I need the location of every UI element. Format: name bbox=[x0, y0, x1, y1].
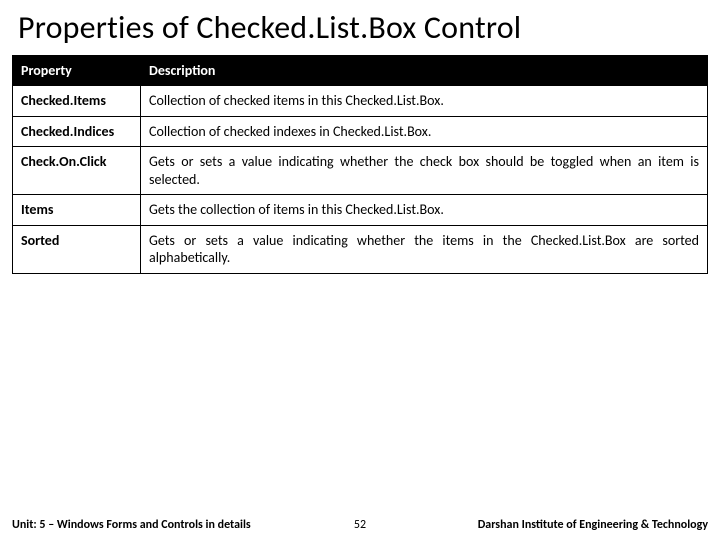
footer-page-number: 52 bbox=[354, 518, 366, 532]
table-row: Items Gets the collection of items in th… bbox=[13, 195, 708, 226]
cell-description: Collection of checked indexes in Checked… bbox=[141, 116, 708, 147]
table-row: Checked.Indices Collection of checked in… bbox=[13, 116, 708, 147]
properties-table-wrap: Property Description Checked.Items Colle… bbox=[0, 55, 720, 274]
table-row: Check.On.Click Gets or sets a value indi… bbox=[13, 147, 708, 195]
cell-description: Gets or sets a value indicating whether … bbox=[141, 225, 708, 273]
cell-description: Collection of checked items in this Chec… bbox=[141, 86, 708, 117]
cell-property: Sorted bbox=[13, 225, 141, 273]
table-header-row: Property Description bbox=[13, 56, 708, 86]
cell-property: Check.On.Click bbox=[13, 147, 141, 195]
footer-left: Unit: 5 – Windows Forms and Controls in … bbox=[12, 518, 251, 532]
page-title: Properties of Checked.List.Box Control bbox=[0, 0, 720, 55]
cell-property: Checked.Indices bbox=[13, 116, 141, 147]
cell-property: Checked.Items bbox=[13, 86, 141, 117]
footer-right: Darshan Institute of Engineering & Techn… bbox=[478, 518, 708, 532]
header-property: Property bbox=[13, 56, 141, 86]
cell-property: Items bbox=[13, 195, 141, 226]
cell-description: Gets or sets a value indicating whether … bbox=[141, 147, 708, 195]
table-row: Checked.Items Collection of checked item… bbox=[13, 86, 708, 117]
properties-table: Property Description Checked.Items Colle… bbox=[12, 55, 708, 274]
header-description: Description bbox=[141, 56, 708, 86]
cell-description: Gets the collection of items in this Che… bbox=[141, 195, 708, 226]
slide-footer: Unit: 5 – Windows Forms and Controls in … bbox=[0, 518, 720, 532]
table-row: Sorted Gets or sets a value indicating w… bbox=[13, 225, 708, 273]
